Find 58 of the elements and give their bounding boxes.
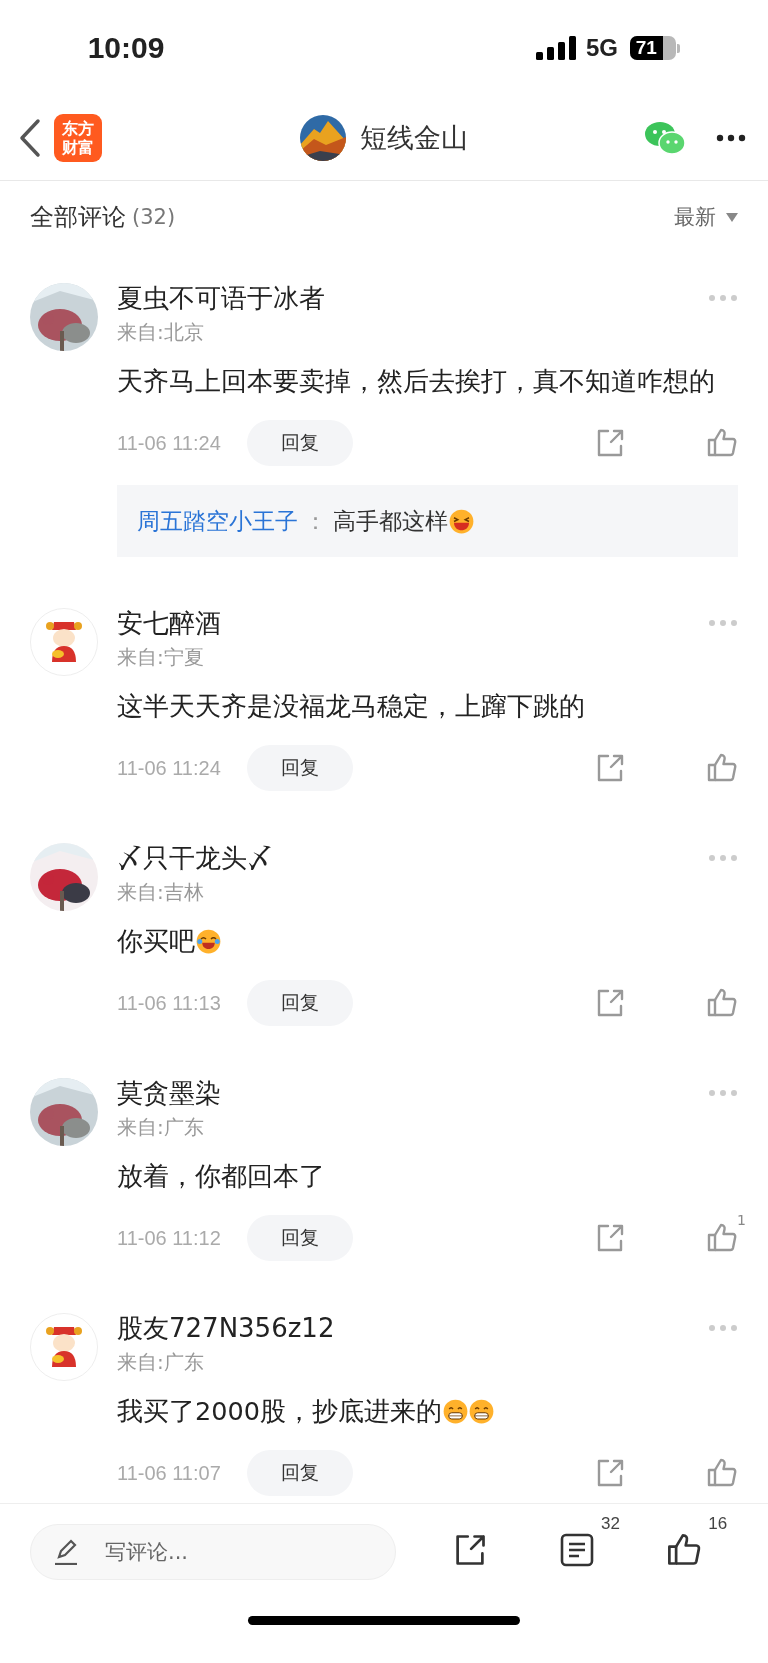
grinning-face-icon	[468, 1398, 494, 1424]
network-label: 5G	[586, 34, 618, 62]
document-icon[interactable]	[559, 1532, 595, 1568]
reply-author[interactable]: 周五踏空小王子	[137, 505, 298, 537]
reply-button[interactable]: 回复	[246, 1215, 353, 1261]
sort-dropdown[interactable]: 最新	[674, 203, 716, 231]
comment-text: 放着，你都回本了	[117, 1160, 325, 1193]
laughing-face-icon	[449, 508, 474, 534]
more-icon[interactable]	[716, 134, 746, 142]
clock: 10:09	[86, 31, 166, 65]
timestamp: 11-06 11:12	[117, 1226, 221, 1250]
grinning-face-icon	[442, 1398, 468, 1424]
comment-text: 天齐马上回本要卖掉，然后去挨打，真不知道咋想的	[117, 365, 715, 398]
location-text: 来自:北京	[117, 319, 205, 346]
reply-button[interactable]: 回复	[246, 420, 353, 466]
thumbs-up-icon[interactable]	[666, 1532, 703, 1568]
location-text: 来自:宁夏	[117, 644, 205, 671]
username[interactable]: 莫贪墨染	[117, 1075, 708, 1111]
signal-icon	[536, 36, 576, 60]
reply-text: 高手都这样	[333, 506, 448, 536]
colon: ：	[304, 506, 327, 536]
thumbs-up-icon[interactable]	[706, 1222, 738, 1254]
location-text: 来自:吉林	[117, 879, 205, 906]
timestamp: 11-06 11:13	[117, 991, 221, 1015]
timestamp: 11-06 11:07	[117, 1461, 221, 1485]
chat-bubbles-icon[interactable]	[644, 120, 686, 156]
location-text: 来自:广东	[117, 1114, 205, 1141]
comment-text: 我买了2000股，抄底进来的	[117, 1395, 442, 1428]
section-title: 全部评论	[30, 202, 126, 233]
reply-button[interactable]: 回复	[246, 980, 353, 1026]
comment-count: 32	[601, 1514, 620, 1534]
like-count: 16	[708, 1514, 728, 1534]
comment-count: (32)	[132, 205, 176, 229]
username[interactable]: 〆只干龙头〆	[117, 840, 708, 876]
comment-text: 这半天天齐是没福龙马稳定，上蹿下跳的	[117, 690, 585, 723]
thumbs-up-icon[interactable]	[706, 1457, 738, 1489]
username[interactable]: 股友727N356z12	[117, 1310, 708, 1346]
pen-icon	[54, 1539, 78, 1565]
comment-text: 你买吧	[117, 925, 195, 958]
timestamp: 11-06 11:24	[117, 756, 221, 780]
battery-level: 71	[630, 36, 663, 60]
location-text: 来自:广东	[117, 1349, 205, 1376]
timestamp: 11-06 11:24	[117, 431, 221, 455]
thumbs-up-icon[interactable]	[706, 427, 738, 459]
thumbs-up-icon[interactable]	[706, 752, 738, 784]
thumbs-up-icon[interactable]	[706, 987, 738, 1019]
reply-button[interactable]: 回复	[246, 745, 353, 791]
page-title: 短线金山	[360, 121, 468, 155]
username[interactable]: 夏虫不可语于冰者	[117, 280, 708, 316]
comment-input[interactable]: 写评论...	[30, 1524, 396, 1580]
reply-button[interactable]: 回复	[246, 1450, 353, 1496]
figure-icon	[30, 1313, 98, 1381]
figure-icon	[30, 608, 98, 676]
like-count: 1	[737, 1212, 746, 1228]
crying-laughing-face-icon	[196, 928, 221, 954]
caret-icon[interactable]	[726, 212, 738, 222]
username[interactable]: 安七醉酒	[117, 605, 708, 641]
back-icon[interactable]	[18, 118, 42, 158]
